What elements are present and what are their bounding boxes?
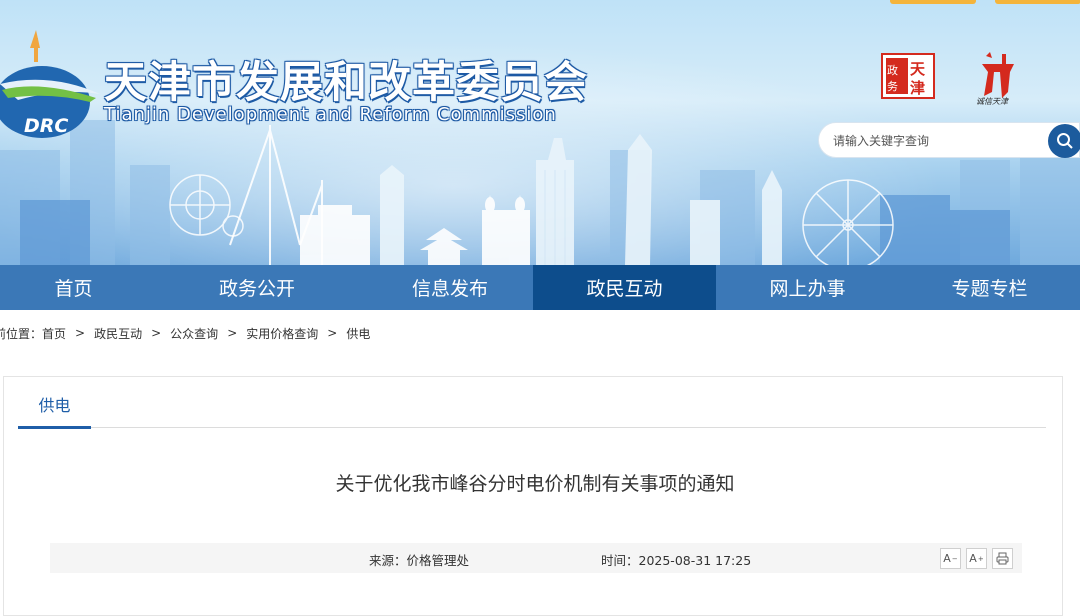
nav-item-news[interactable]: 信息发布 bbox=[367, 265, 533, 310]
search-box bbox=[818, 122, 1080, 158]
svg-text:务: 务 bbox=[887, 80, 898, 93]
site-subtitle: Tianjin Development and Reform Commissio… bbox=[104, 104, 557, 125]
credit-tianjin-logo-icon[interactable]: 诚信天津 bbox=[972, 50, 1024, 108]
font-decrease-button[interactable]: A − bbox=[940, 548, 961, 569]
svg-text:政: 政 bbox=[887, 63, 898, 77]
breadcrumb-separator: > bbox=[75, 326, 86, 340]
content-panel: 供电 关于优化我市峰谷分时电价机制有关事项的通知 来源：价格管理处 时间：202… bbox=[3, 376, 1063, 616]
font-increase-button[interactable]: A + bbox=[966, 548, 987, 569]
font-decrease-mark: − bbox=[951, 554, 958, 563]
drc-logo: DRC bbox=[0, 30, 100, 138]
breadcrumb-power-supply[interactable]: 供电 bbox=[346, 325, 370, 342]
breadcrumb-separator: > bbox=[327, 326, 338, 340]
font-increase-mark: + bbox=[977, 554, 984, 563]
print-icon bbox=[996, 552, 1009, 565]
nav-item-gov-affairs[interactable]: 政务公开 bbox=[147, 265, 367, 310]
breadcrumb-separator: > bbox=[151, 326, 162, 340]
search-button[interactable] bbox=[1048, 124, 1080, 158]
search-input[interactable] bbox=[833, 131, 1043, 151]
svg-text:津: 津 bbox=[910, 79, 925, 97]
header-banner: DRC 天津市发展和改革委员会 Tianjin Development and … bbox=[0, 0, 1080, 265]
article-meta-bar: 来源：价格管理处 时间：2025-08-31 17:25 A − A + bbox=[50, 543, 1022, 573]
nav-item-home[interactable]: 首页 bbox=[0, 265, 147, 310]
nav-item-interaction[interactable]: 政民互动 bbox=[533, 265, 716, 310]
breadcrumb-interaction[interactable]: 政民互动 bbox=[94, 325, 142, 342]
tianjin-gov-seal-icon[interactable]: 天 津 政 务 bbox=[880, 52, 936, 100]
breadcrumb-public-query[interactable]: 公众查询 bbox=[170, 325, 218, 342]
tab-divider bbox=[18, 427, 1046, 428]
nav-item-special-topics[interactable]: 专题专栏 bbox=[899, 265, 1080, 310]
print-button[interactable] bbox=[992, 548, 1013, 569]
breadcrumb-prefix: 前位置： bbox=[0, 326, 43, 341]
svg-text:诚信天津: 诚信天津 bbox=[976, 97, 1009, 106]
logo-text: DRC bbox=[24, 115, 68, 137]
article-title: 关于优化我市峰谷分时电价机制有关事项的通知 bbox=[335, 473, 735, 495]
breadcrumb-separator: > bbox=[227, 326, 238, 340]
nav-item-online-services[interactable]: 网上办事 bbox=[716, 265, 899, 310]
article-source: 来源：价格管理处 bbox=[369, 553, 470, 568]
font-decrease-label: A bbox=[943, 552, 951, 565]
breadcrumb: 前位置： 首页 > 政民互动 > 公众查询 > 实用价格查询 > 供电 bbox=[0, 324, 370, 342]
breadcrumb-home[interactable]: 首页 bbox=[42, 325, 66, 342]
tab-power-supply[interactable]: 供电 bbox=[18, 393, 91, 429]
search-icon bbox=[1057, 133, 1073, 149]
article-time: 时间：2025-08-31 17:25 bbox=[601, 553, 752, 568]
breadcrumb-price-query[interactable]: 实用价格查询 bbox=[246, 325, 318, 342]
site-title: 天津市发展和改革委员会 bbox=[104, 58, 588, 108]
font-increase-label: A bbox=[969, 552, 977, 565]
main-nav: 首页 政务公开 信息发布 政民互动 网上办事 专题专栏 bbox=[0, 265, 1080, 310]
svg-text:天: 天 bbox=[910, 60, 926, 78]
